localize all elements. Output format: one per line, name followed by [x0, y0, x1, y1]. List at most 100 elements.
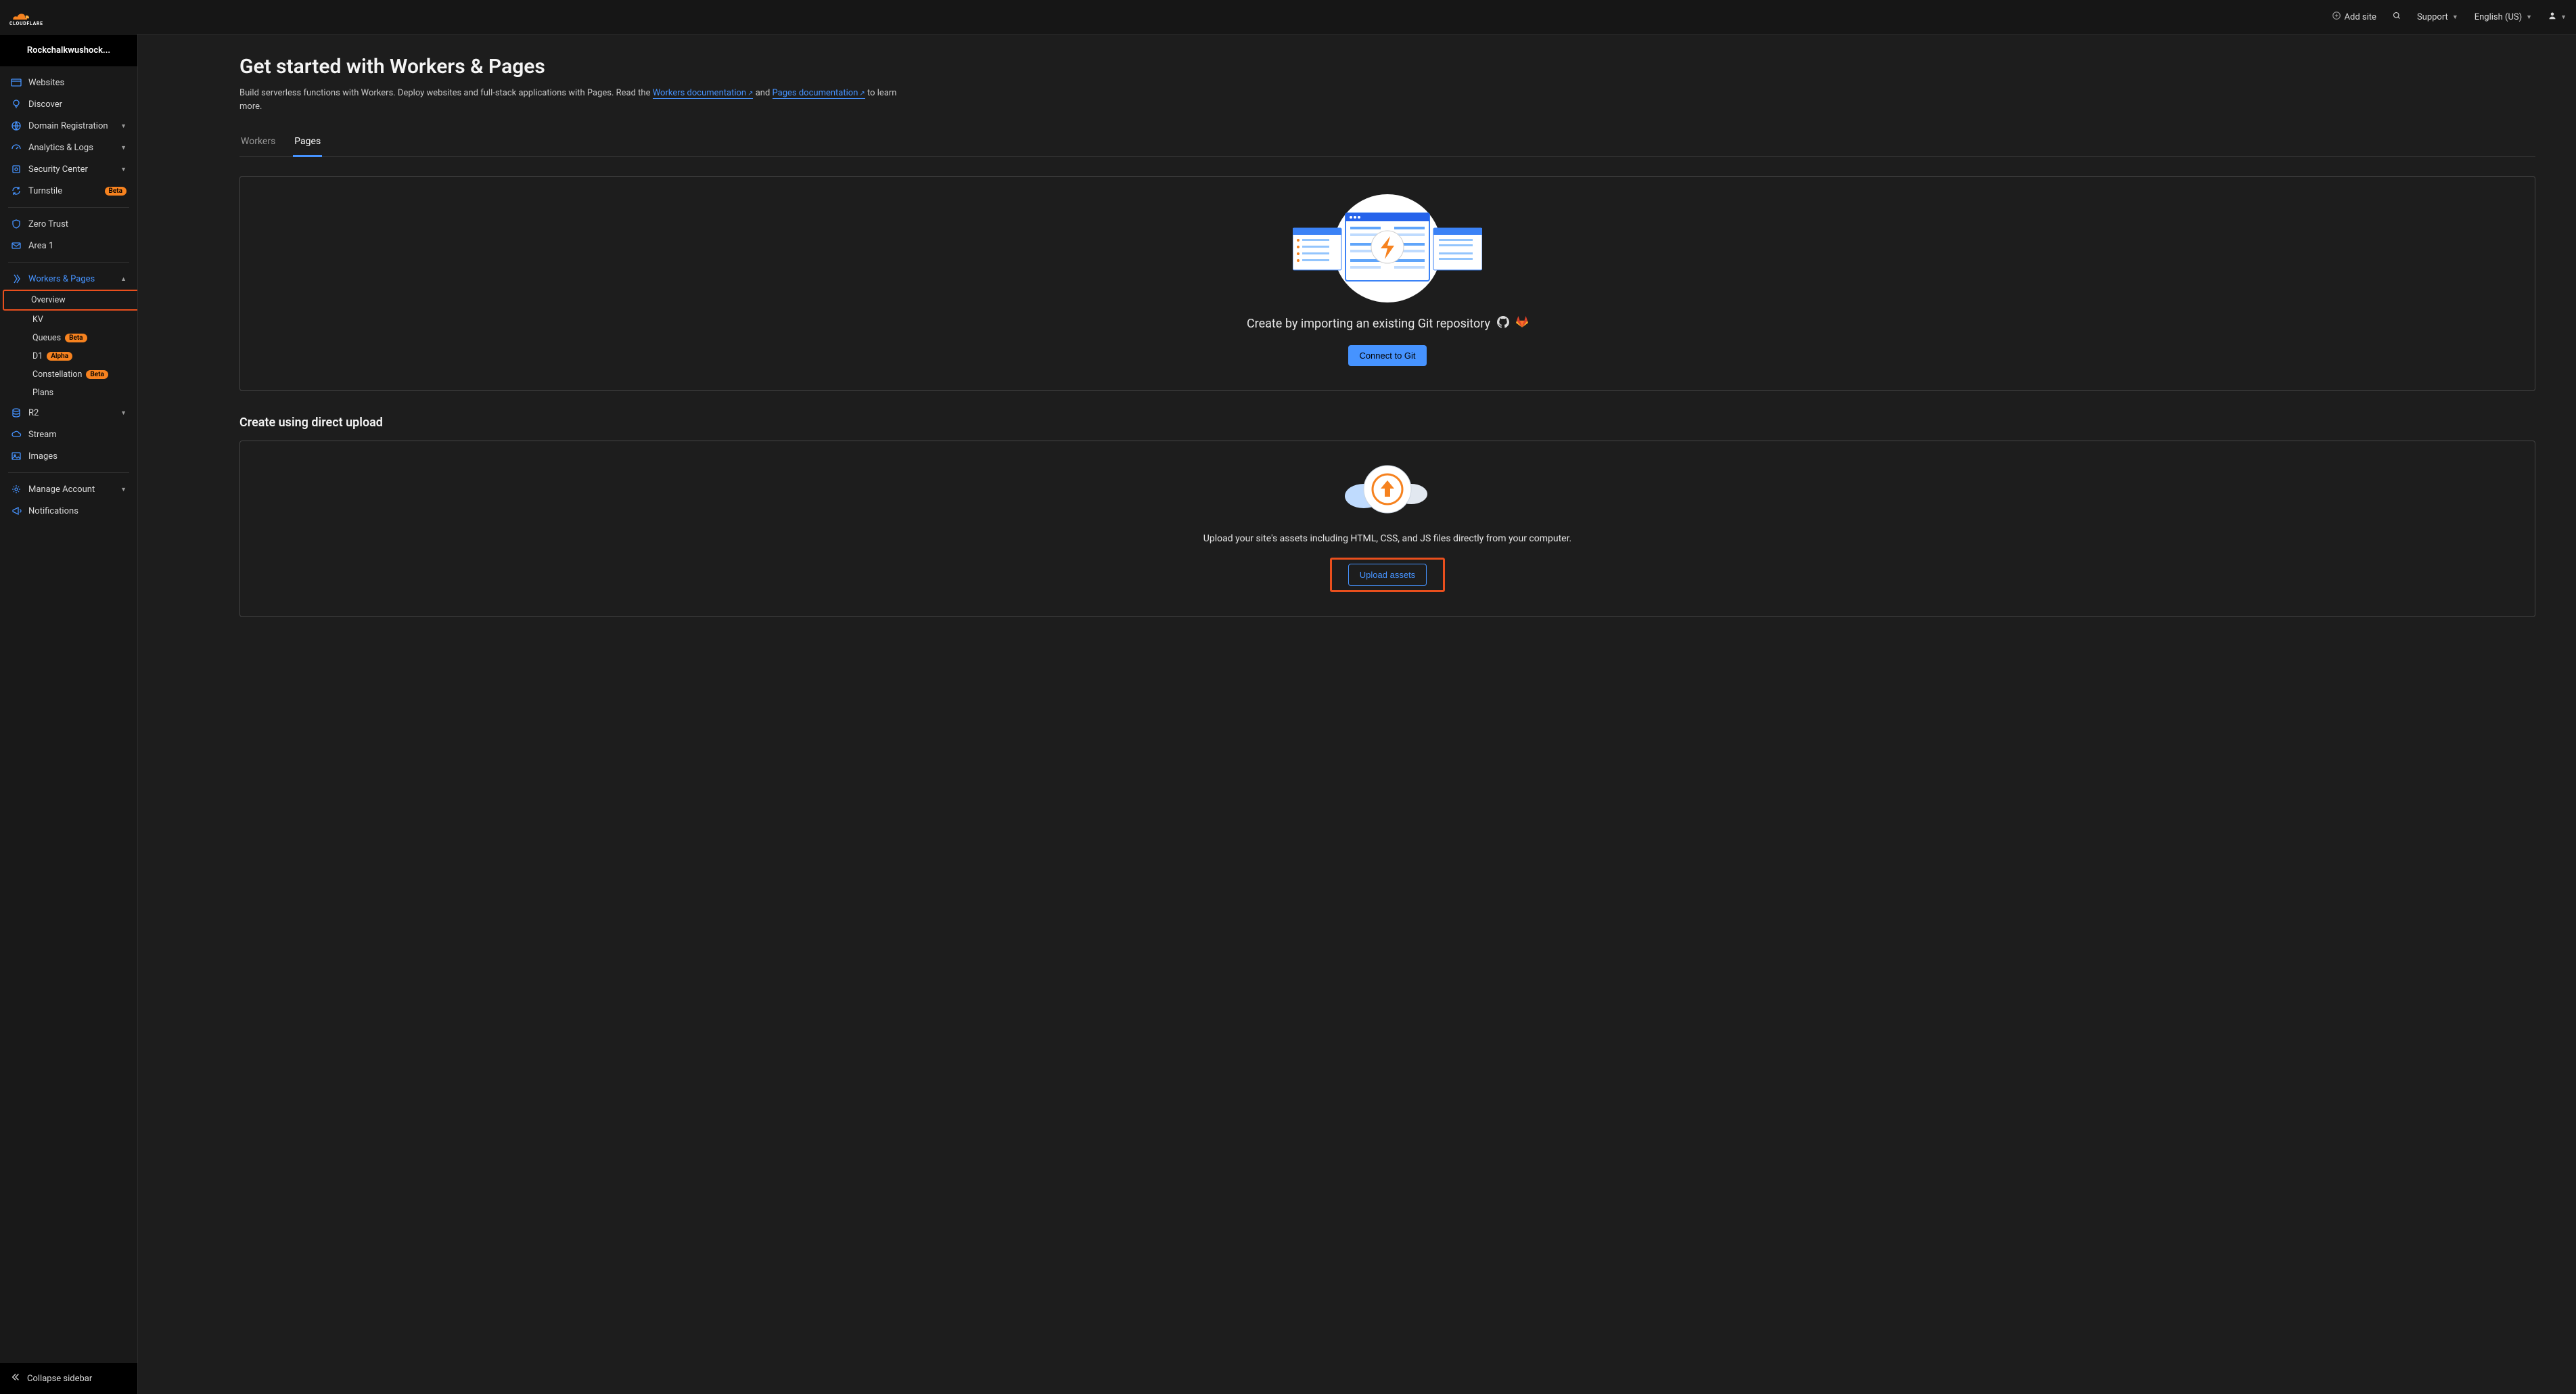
sidebar-item-label: Overview — [31, 295, 66, 305]
sidebar-item-label: D1 — [32, 351, 43, 361]
sidebar-item-label: Domain Registration — [28, 121, 114, 131]
chevron-up-icon: ▲ — [120, 275, 127, 283]
page-title: Get started with Workers & Pages — [239, 55, 2535, 78]
sidebar-item-label: Security Center — [28, 164, 114, 175]
sidebar-sub-plans[interactable]: Plans — [28, 384, 131, 402]
sidebar-sub-kv[interactable]: KV — [28, 311, 131, 329]
git-illustration — [1293, 194, 1482, 302]
sidebar-sub-d1[interactable]: D1 Alpha — [28, 347, 131, 365]
sidebar-item-label: R2 — [28, 408, 114, 418]
account-name: Rockchalkwushock... — [27, 45, 110, 55]
chevron-down-icon: ▼ — [120, 122, 127, 130]
globe-icon — [11, 120, 22, 131]
chevron-double-left-icon — [11, 1372, 20, 1385]
sidebar-item-label: Manage Account — [28, 485, 114, 495]
sidebar-item-notifications[interactable]: Notifications — [0, 500, 137, 522]
sidebar-item-security-center[interactable]: Security Center ▼ — [0, 158, 137, 180]
sidebar-item-workers-pages[interactable]: Workers & Pages ▲ — [0, 268, 137, 290]
chevron-down-icon: ▼ — [2452, 14, 2458, 21]
mail-icon — [11, 240, 22, 251]
sidebar-item-label: Zero Trust — [28, 219, 127, 229]
account-selector[interactable]: Rockchalkwushock... — [0, 35, 137, 66]
sidebar-sub-overview[interactable]: Overview — [3, 290, 137, 311]
sidebar-item-turnstile[interactable]: Turnstile Beta — [0, 180, 137, 202]
upload-button-highlight: Upload assets — [1330, 558, 1445, 592]
megaphone-icon — [11, 505, 22, 516]
desc-text: Build serverless functions with Workers.… — [239, 88, 653, 98]
header-bar: CLOUDFLARE Add site Support ▼ English (U… — [0, 0, 2576, 35]
sidebar-item-manage-account[interactable]: Manage Account ▼ — [0, 478, 137, 500]
workers-doc-link[interactable]: Workers documentation↗ — [653, 88, 754, 99]
external-link-icon: ↗ — [859, 90, 865, 97]
chevron-down-icon: ▼ — [120, 409, 127, 417]
main-content: Get started with Workers & Pages Build s… — [138, 35, 2576, 1394]
gitlab-icon — [1516, 316, 1528, 332]
lightbulb-icon — [11, 99, 22, 110]
connect-to-git-button[interactable]: Connect to Git — [1348, 345, 1426, 366]
add-site-link[interactable]: Add site — [2332, 12, 2376, 22]
sidebar-item-label: Analytics & Logs — [28, 143, 114, 153]
sidebar-item-label: KV — [32, 315, 43, 325]
collapse-label: Collapse sidebar — [27, 1374, 92, 1384]
search-icon — [2393, 12, 2401, 22]
sidebar-sub-queues[interactable]: Queues Beta — [28, 329, 131, 347]
sidebar-item-label: Discover — [28, 99, 127, 110]
sidebar-item-label: Plans — [32, 388, 53, 398]
svg-text:CLOUDFLARE: CLOUDFLARE — [9, 21, 43, 26]
language-dropdown[interactable]: English (US) ▼ — [2475, 12, 2532, 22]
sidebar-item-websites[interactable]: Websites — [0, 72, 137, 93]
user-menu[interactable]: ▼ — [2548, 12, 2567, 22]
sidebar-item-label: Notifications — [28, 506, 127, 516]
sidebar-item-domain-registration[interactable]: Domain Registration ▼ — [0, 115, 137, 137]
pages-doc-link[interactable]: Pages documentation↗ — [773, 88, 865, 99]
alpha-badge: Alpha — [47, 352, 72, 361]
sidebar-item-images[interactable]: Images — [0, 445, 137, 467]
tab-workers[interactable]: Workers — [239, 129, 277, 156]
divider — [8, 472, 129, 473]
upload-assets-button[interactable]: Upload assets — [1348, 564, 1427, 586]
sidebar-sub-constellation[interactable]: Constellation Beta — [28, 365, 131, 384]
collapse-sidebar-button[interactable]: Collapse sidebar — [0, 1363, 137, 1394]
image-icon — [11, 451, 22, 462]
divider — [8, 207, 129, 208]
beta-badge: Beta — [65, 334, 87, 342]
chevron-down-icon: ▼ — [120, 166, 127, 173]
shield-square-icon — [11, 164, 22, 175]
git-import-panel: Create by importing an existing Git repo… — [239, 176, 2535, 391]
workers-icon — [11, 273, 22, 284]
upload-illustration — [1293, 459, 1482, 520]
page-description: Build serverless functions with Workers.… — [239, 87, 916, 113]
sidebar-item-discover[interactable]: Discover — [0, 93, 137, 115]
cloud-icon — [11, 429, 22, 440]
database-icon — [11, 407, 22, 418]
tab-bar: Workers Pages — [239, 129, 2535, 157]
divider — [8, 262, 129, 263]
chevron-down-icon: ▼ — [120, 486, 127, 493]
chevron-down-icon: ▼ — [2560, 14, 2567, 21]
sidebar-item-analytics[interactable]: Analytics & Logs ▼ — [0, 137, 137, 158]
sidebar-item-zero-trust[interactable]: Zero Trust — [0, 213, 137, 235]
cloudflare-logo[interactable]: CLOUDFLARE — [9, 7, 66, 26]
sidebar-item-label: Stream — [28, 430, 127, 440]
tab-pages[interactable]: Pages — [293, 129, 322, 157]
support-dropdown[interactable]: Support ▼ — [2417, 12, 2458, 22]
sidebar-item-area1[interactable]: Area 1 — [0, 235, 137, 256]
shield-icon — [11, 219, 22, 229]
link-text: Workers documentation — [653, 88, 746, 98]
external-link-icon: ↗ — [748, 90, 753, 97]
git-panel-heading: Create by importing an existing Git repo… — [1247, 316, 1528, 332]
sidebar-item-label: Workers & Pages — [28, 274, 114, 284]
chevron-down-icon: ▼ — [2526, 14, 2532, 21]
add-site-label: Add site — [2345, 12, 2376, 22]
upload-panel-text: Upload your site's assets including HTML… — [1203, 533, 1571, 544]
sidebar-item-label: Constellation — [32, 369, 82, 380]
beta-badge: Beta — [86, 370, 108, 379]
sidebar-item-stream[interactable]: Stream — [0, 424, 137, 445]
desc-text: and — [756, 88, 773, 98]
sidebar-item-label: Area 1 — [28, 241, 127, 251]
link-text: Pages documentation — [773, 88, 858, 98]
sidebar-item-label: Queues — [32, 333, 61, 343]
language-label: English (US) — [2475, 12, 2522, 22]
sidebar-item-r2[interactable]: R2 ▼ — [0, 402, 137, 424]
search-button[interactable] — [2393, 12, 2401, 22]
